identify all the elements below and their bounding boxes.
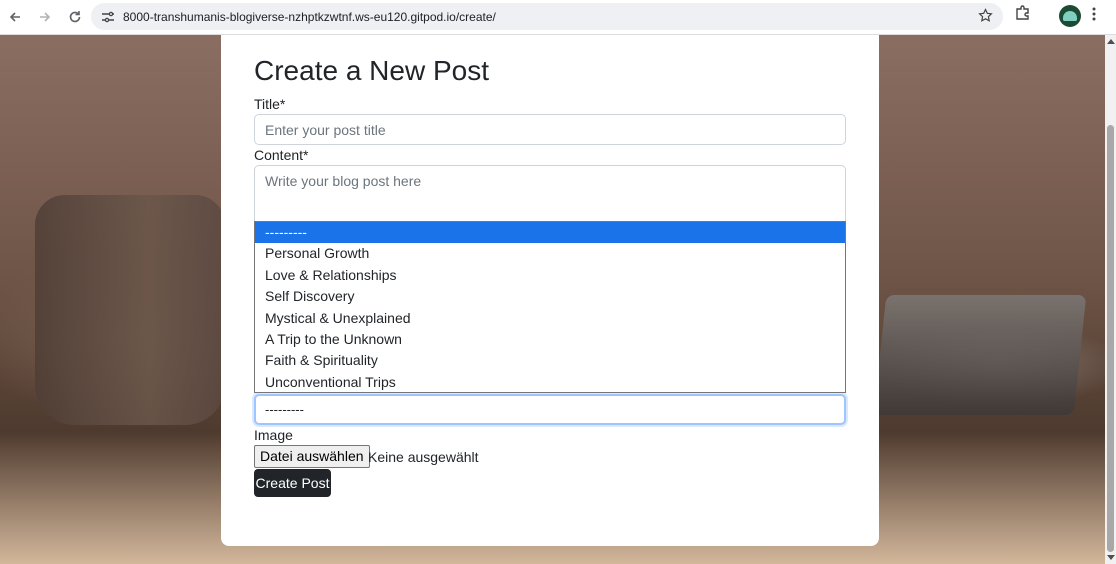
extensions-icon[interactable]	[1014, 4, 1032, 27]
scroll-up-arrow-icon[interactable]	[1107, 39, 1115, 44]
dropdown-option[interactable]: Love & Relationships	[255, 265, 845, 286]
title-input[interactable]: Enter your post title	[254, 114, 846, 145]
url-text: 8000-transhumanis-blogiverse-nzhptkzwtnf…	[123, 9, 496, 24]
scrollbar-thumb[interactable]	[1107, 125, 1114, 552]
scroll-down-arrow-icon[interactable]	[1107, 555, 1115, 560]
choose-file-button[interactable]: Datei auswählen	[254, 445, 370, 468]
category-select[interactable]: ---------	[254, 394, 846, 425]
title-label: Title*	[254, 96, 286, 112]
page-scrollbar[interactable]	[1105, 35, 1116, 564]
page-title: Create a New Post	[254, 55, 489, 86]
image-label: Image	[254, 427, 293, 443]
dropdown-option[interactable]: Unconventional Trips	[255, 372, 845, 393]
forward-icon[interactable]	[30, 2, 60, 32]
content-label: Content*	[254, 147, 309, 163]
dropdown-option[interactable]: Mystical & Unexplained	[255, 308, 845, 329]
back-icon[interactable]	[0, 2, 30, 32]
reload-icon[interactable]	[60, 2, 90, 32]
dropdown-option[interactable]: ---------	[255, 222, 845, 244]
dropdown-option[interactable]: Faith & Spirituality	[255, 350, 845, 371]
site-settings-icon[interactable]	[93, 11, 123, 23]
content-textarea[interactable]: Write your blog post here	[254, 165, 846, 225]
create-post-button[interactable]: Create Post	[254, 469, 331, 497]
address-bar[interactable]: 8000-transhumanis-blogiverse-nzhptkzwtnf…	[91, 3, 1003, 30]
coffee-cup-image	[35, 195, 225, 425]
profile-avatar[interactable]	[1059, 5, 1081, 27]
browser-toolbar: 8000-transhumanis-blogiverse-nzhptkzwtnf…	[0, 0, 1116, 35]
bookmark-star-icon[interactable]	[978, 8, 993, 28]
dropdown-option[interactable]: Personal Growth	[255, 243, 845, 264]
browser-menu-icon[interactable]	[1092, 6, 1096, 27]
file-status-text: Keine ausgewählt	[368, 449, 479, 465]
dropdown-option[interactable]: A Trip to the Unknown	[255, 329, 845, 350]
category-dropdown-list: --------- Personal Growth Love & Relatio…	[254, 221, 846, 393]
phone-image	[873, 295, 1087, 415]
dropdown-option[interactable]: Self Discovery	[255, 286, 845, 307]
